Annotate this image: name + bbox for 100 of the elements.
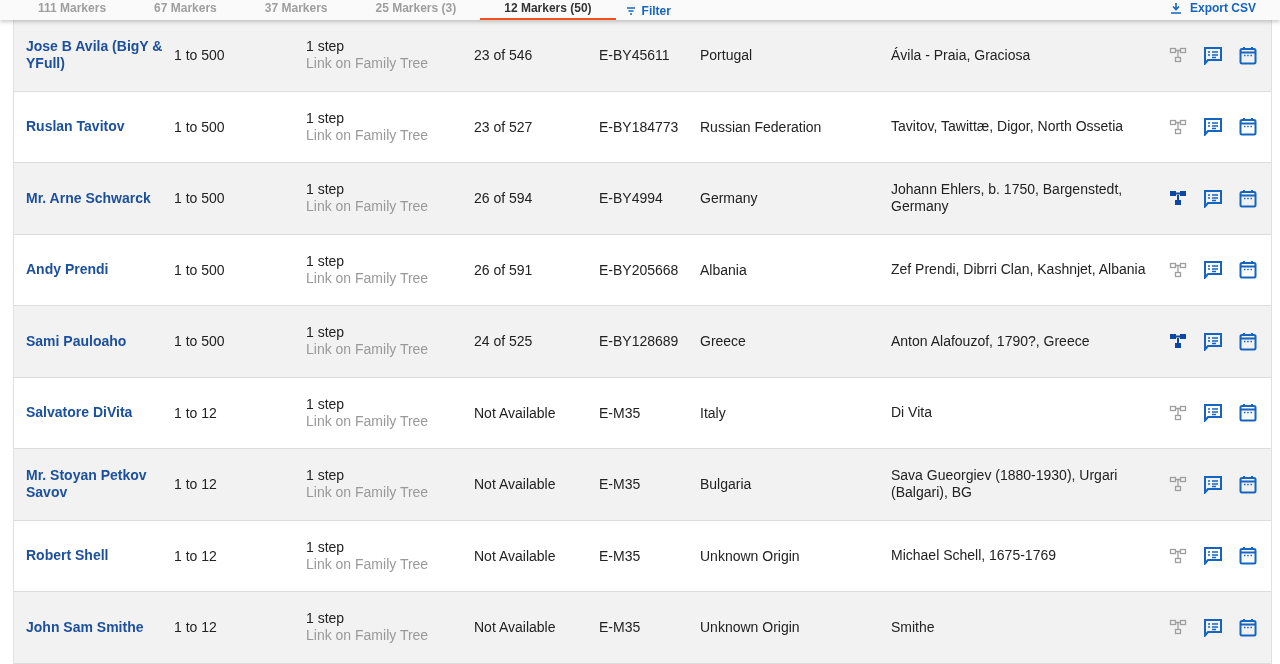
tab[interactable]: 37 Markers [240, 0, 352, 20]
table-cell-text: Zef Prendi, Dibrri Clan, Kashnjet, Albania [891, 261, 1147, 279]
table-cell-text: 1 to 500 [174, 261, 226, 278]
family-tree-link[interactable]: Link on Family Tree [306, 627, 474, 645]
table-cell-text: E-BY184773 [599, 118, 680, 135]
table-cell-text: E-M35 [599, 619, 642, 636]
table-cell-text: 1 to 12 [174, 547, 218, 564]
family-tree-link[interactable]: Link on Family Tree [306, 341, 474, 359]
family-tree-link[interactable]: Link on Family Tree [306, 269, 474, 287]
calendar-icon[interactable] [1239, 188, 1257, 208]
table-cell-text: Greece [700, 333, 747, 350]
step-text: 1 step [306, 38, 346, 56]
table-cell-text: 1 to 12 [174, 476, 218, 493]
table-cell-text: Di Vita [891, 404, 933, 422]
table-cell-text: Russian Federation [700, 118, 823, 135]
table-cell-text: Germany [700, 190, 759, 207]
member-link[interactable]: Mr. Arne Schwarck [26, 189, 174, 207]
table-cell-text: 1 to 500 [174, 47, 226, 64]
table-cell-text: E-BY128689 [599, 333, 680, 350]
table-cell-text: 24 of 525 [474, 333, 534, 350]
family-tree-link[interactable]: Link on Family Tree [306, 126, 474, 144]
member-link[interactable]: Sami Pauloaho [26, 332, 174, 350]
tab[interactable]: 25 Markers (3) [351, 0, 481, 20]
comment-icon[interactable] [1203, 403, 1223, 423]
table-cell-text: Smithe [891, 618, 936, 636]
table-cell-text: Not Available [474, 404, 557, 421]
tree-icon[interactable] [1169, 189, 1187, 208]
filter-icon [625, 5, 636, 16]
table-cell-text: Not Available [474, 547, 557, 564]
table-cell-text: 1 to 12 [174, 619, 218, 636]
calendar-icon[interactable] [1239, 546, 1257, 566]
table-cell-text: 23 of 546 [474, 47, 534, 64]
table-cell-text: Michael Schell, 1675-1769 [891, 547, 1057, 565]
step-text: 1 step [306, 395, 346, 413]
calendar-icon[interactable] [1239, 331, 1257, 351]
tab[interactable]: 111 Markers [14, 0, 131, 20]
member-link[interactable]: Mr. Stoyan Petkov Savov [26, 467, 174, 502]
table-cell-text: Bulgaria [700, 476, 753, 493]
table-cell-text: Unknown Origin [700, 547, 801, 564]
table-cell-text: E-M35 [599, 547, 642, 564]
comment-icon[interactable] [1203, 331, 1223, 351]
step-text: 1 step [306, 252, 346, 270]
step-text: 1 step [306, 181, 346, 199]
step-text: 1 step [306, 538, 346, 556]
member-link[interactable]: Andy Prendi [26, 261, 174, 279]
comment-icon[interactable] [1203, 546, 1223, 566]
table-cell-text: Anton Alafouzof, 1790?, Greece [891, 332, 1091, 350]
table-cell-text: Ávila - Praia, Graciosa [891, 46, 1032, 64]
family-tree-link[interactable]: Link on Family Tree [306, 198, 474, 216]
table-cell-text: 1 to 500 [174, 333, 226, 350]
family-tree-link[interactable]: Link on Family Tree [306, 484, 474, 502]
table-cell-text: Portugal [700, 47, 754, 64]
table-cell-text: E-BY4994 [599, 190, 664, 207]
table-cell-text: Sava Gueorgiev (1880-1930), Urgari (Balgari), BG [891, 467, 1119, 502]
step-text: 1 step [306, 109, 346, 127]
table-cell-text: 23 of 527 [474, 118, 534, 135]
tree-icon[interactable] [1169, 332, 1187, 351]
table-cell-text: Tavitov, Tawittæ, Digor, North Ossetia [891, 118, 1125, 136]
comment-icon[interactable] [1203, 188, 1223, 208]
family-tree-link[interactable]: Link on Family Tree [306, 55, 474, 73]
table-cell-text: 1 to 12 [174, 404, 218, 421]
member-link[interactable]: Salvatore DiVita [26, 404, 174, 422]
calendar-icon[interactable] [1239, 45, 1257, 65]
step-text: 1 step [306, 324, 346, 342]
member-link[interactable]: Jose B Avila (BigY & YFull) [26, 38, 174, 73]
member-link[interactable]: Ruslan Tavitov [26, 118, 174, 136]
calendar-icon[interactable] [1239, 117, 1257, 137]
table-cell-text: 26 of 591 [474, 261, 534, 278]
table-cell-text: Albania [700, 261, 748, 278]
calendar-icon[interactable] [1239, 617, 1257, 637]
comment-icon[interactable] [1203, 617, 1223, 637]
table-cell-text: Italy [700, 404, 727, 421]
table-cell-text: E-BY205668 [599, 261, 680, 278]
table-cell-text: 26 of 594 [474, 190, 534, 207]
table-cell-text: Johann Ehlers, b. 1750, Bargenstedt, Germany [891, 181, 1124, 216]
step-text: 1 step [306, 610, 346, 628]
table-cell-text: E-M35 [599, 476, 642, 493]
table-cell-text: E-M35 [599, 404, 642, 421]
calendar-icon[interactable] [1239, 403, 1257, 423]
table-cell-text: 1 to 500 [174, 118, 226, 135]
comment-icon[interactable] [1203, 45, 1223, 65]
step-text: 1 step [306, 467, 346, 485]
table-cell-text: E-BY45611 [599, 47, 671, 64]
table-cell-text: Unknown Origin [700, 619, 801, 636]
table-cell-text: Not Available [474, 476, 557, 493]
family-tree-link[interactable]: Link on Family Tree [306, 555, 474, 573]
member-link[interactable]: John Sam Smithe [26, 618, 174, 636]
member-link[interactable]: Robert Shell [26, 547, 174, 565]
filter-button[interactable]: Filter [615, 0, 681, 20]
calendar-icon[interactable] [1239, 474, 1257, 494]
comment-icon[interactable] [1203, 474, 1223, 494]
calendar-icon[interactable] [1239, 260, 1257, 280]
export-button[interactable]: Export CSV [1146, 0, 1280, 15]
family-tree-link[interactable]: Link on Family Tree [306, 412, 474, 430]
download-icon [1170, 2, 1182, 14]
comment-icon[interactable] [1203, 117, 1223, 137]
comment-icon[interactable] [1203, 260, 1223, 280]
table-cell-text: Not Available [474, 619, 557, 636]
tab[interactable]: 67 Markers [130, 0, 241, 20]
table-cell-text: 1 to 500 [174, 190, 226, 207]
